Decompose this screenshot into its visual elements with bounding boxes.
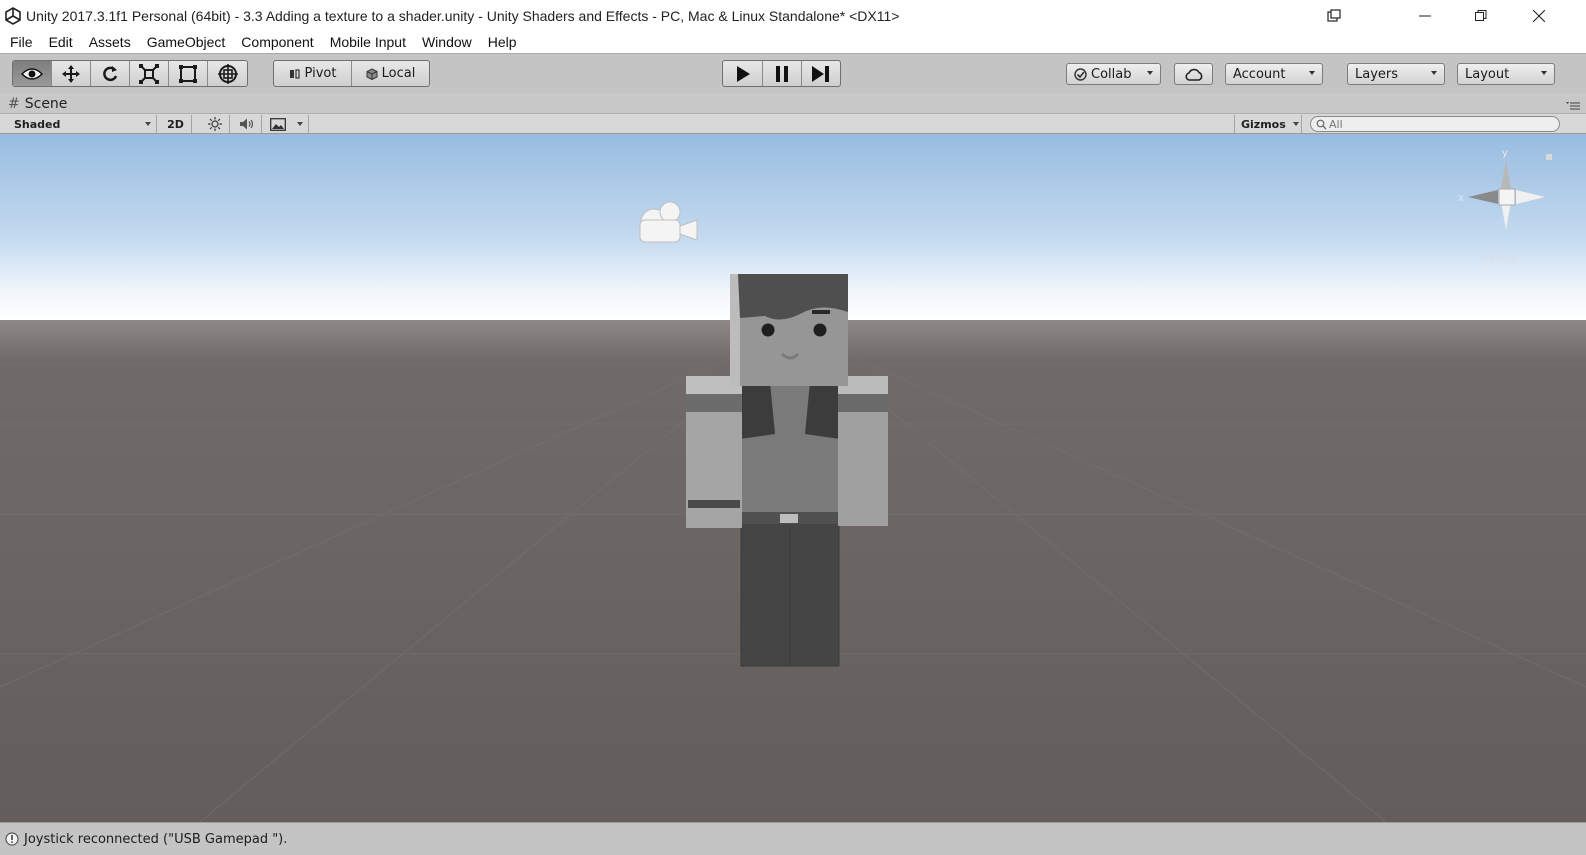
gizmos-label: Gizmos bbox=[1241, 117, 1286, 131]
gizmo-y-label: y bbox=[1502, 148, 1508, 159]
menu-edit[interactable]: Edit bbox=[41, 31, 81, 53]
scene-lighting-toggle[interactable] bbox=[200, 115, 230, 133]
scene-tab-bar: # Scene bbox=[0, 93, 1586, 113]
menu-assets[interactable]: Assets bbox=[81, 31, 139, 53]
sun-icon bbox=[207, 117, 222, 131]
scene-tab-label: Scene bbox=[24, 95, 68, 112]
main-toolbar: Pivot Local Collab Account Layers Layout bbox=[0, 53, 1586, 93]
chevron-down-icon bbox=[1293, 122, 1299, 126]
close-icon[interactable] bbox=[1516, 0, 1562, 31]
pivot-label: Pivot bbox=[304, 66, 337, 81]
pivot-button[interactable]: Pivot bbox=[274, 61, 352, 86]
scene-viewport[interactable]: y x < Persp bbox=[0, 134, 1586, 822]
local-button[interactable]: Local bbox=[352, 61, 429, 86]
layout-dropdown[interactable]: Layout bbox=[1457, 63, 1555, 85]
persp-label[interactable]: < Persp bbox=[1478, 254, 1517, 265]
scene-search-input[interactable]: All bbox=[1310, 116, 1560, 132]
unity-logo-icon bbox=[0, 0, 26, 31]
search-icon bbox=[1316, 119, 1327, 130]
scale-tool-icon[interactable] bbox=[130, 61, 169, 86]
hand-tool-icon[interactable] bbox=[13, 61, 52, 86]
shading-mode-label: Shaded bbox=[14, 117, 61, 131]
title-bar: Unity 2017.3.1f1 Personal (64bit) - 3.3 … bbox=[0, 0, 1586, 31]
transform-tools bbox=[12, 60, 248, 87]
move-tool-icon[interactable] bbox=[52, 61, 91, 86]
cube-icon bbox=[366, 67, 378, 80]
scene-render: y x < Persp bbox=[0, 134, 1586, 822]
rotate-tool-icon[interactable] bbox=[91, 61, 130, 86]
menu-mobile-input[interactable]: Mobile Input bbox=[322, 31, 414, 53]
chevron-down-icon bbox=[1309, 71, 1315, 75]
step-icon[interactable] bbox=[802, 61, 840, 86]
menu-bar: File Edit Assets GameObject Component Mo… bbox=[0, 31, 1586, 53]
collab-dropdown[interactable]: Collab bbox=[1066, 63, 1161, 85]
speaker-icon bbox=[239, 118, 253, 130]
layout-label: Layout bbox=[1465, 66, 1510, 82]
cloud-icon bbox=[1185, 68, 1202, 81]
scene-audio-toggle[interactable] bbox=[232, 115, 262, 133]
gizmo-x-label: x bbox=[1458, 193, 1464, 204]
account-dropdown[interactable]: Account bbox=[1225, 63, 1323, 85]
transform-tool-icon[interactable] bbox=[208, 61, 247, 86]
chevron-down-icon bbox=[1147, 71, 1153, 75]
image-icon bbox=[270, 117, 286, 131]
playback-controls bbox=[722, 60, 841, 87]
layers-dropdown[interactable]: Layers bbox=[1347, 63, 1445, 85]
toggle-2d-label: 2D bbox=[167, 117, 184, 131]
shading-mode-dropdown[interactable]: Shaded bbox=[6, 115, 157, 133]
pivot-icon bbox=[289, 68, 300, 79]
account-label: Account bbox=[1233, 66, 1286, 82]
menu-gameobject[interactable]: GameObject bbox=[139, 31, 234, 53]
layers-label: Layers bbox=[1355, 66, 1399, 82]
status-message[interactable]: Joystick reconnected ("USB Gamepad "). bbox=[24, 832, 287, 847]
minimize-icon[interactable] bbox=[1402, 0, 1448, 31]
play-icon[interactable] bbox=[723, 61, 763, 86]
chevron-down-icon bbox=[297, 122, 303, 126]
maximize-icon[interactable] bbox=[1458, 0, 1504, 31]
pivot-local-toggles: Pivot Local bbox=[273, 60, 430, 87]
collab-label: Collab bbox=[1091, 66, 1132, 82]
check-circle-icon bbox=[1074, 67, 1087, 81]
menu-window[interactable]: Window bbox=[414, 31, 480, 53]
info-icon bbox=[5, 832, 19, 846]
local-label: Local bbox=[381, 66, 416, 81]
gizmos-dropdown[interactable]: Gizmos bbox=[1234, 115, 1302, 133]
chevron-down-icon bbox=[1431, 71, 1437, 75]
grid-hash-icon: # bbox=[8, 95, 20, 112]
rect-tool-icon[interactable] bbox=[169, 61, 208, 86]
menu-component[interactable]: Component bbox=[233, 31, 321, 53]
chevron-down-icon bbox=[1541, 71, 1547, 75]
scene-control-bar: Shaded 2D Gizmos All bbox=[0, 113, 1586, 134]
pause-icon[interactable] bbox=[763, 61, 802, 86]
tab-scene[interactable]: # Scene bbox=[8, 94, 67, 113]
window-title: Unity 2017.3.1f1 Personal (64bit) - 3.3 … bbox=[26, 7, 900, 24]
scene-effects-dropdown[interactable] bbox=[264, 115, 309, 133]
toggle-2d-button[interactable]: 2D bbox=[160, 115, 192, 133]
unity-editor-window: Unity 2017.3.1f1 Personal (64bit) - 3.3 … bbox=[0, 0, 1586, 855]
chevron-down-icon bbox=[145, 122, 151, 126]
restore-down-icon[interactable] bbox=[1311, 0, 1357, 31]
scene-search-placeholder: All bbox=[1329, 117, 1343, 131]
menu-help[interactable]: Help bbox=[480, 31, 525, 53]
tab-menu-icon[interactable] bbox=[1566, 97, 1580, 110]
cloud-button[interactable] bbox=[1174, 63, 1213, 85]
menu-file[interactable]: File bbox=[2, 31, 41, 53]
status-bar: Joystick reconnected ("USB Gamepad "). bbox=[0, 822, 1586, 855]
gizmo-lock-icon[interactable] bbox=[1546, 154, 1552, 160]
